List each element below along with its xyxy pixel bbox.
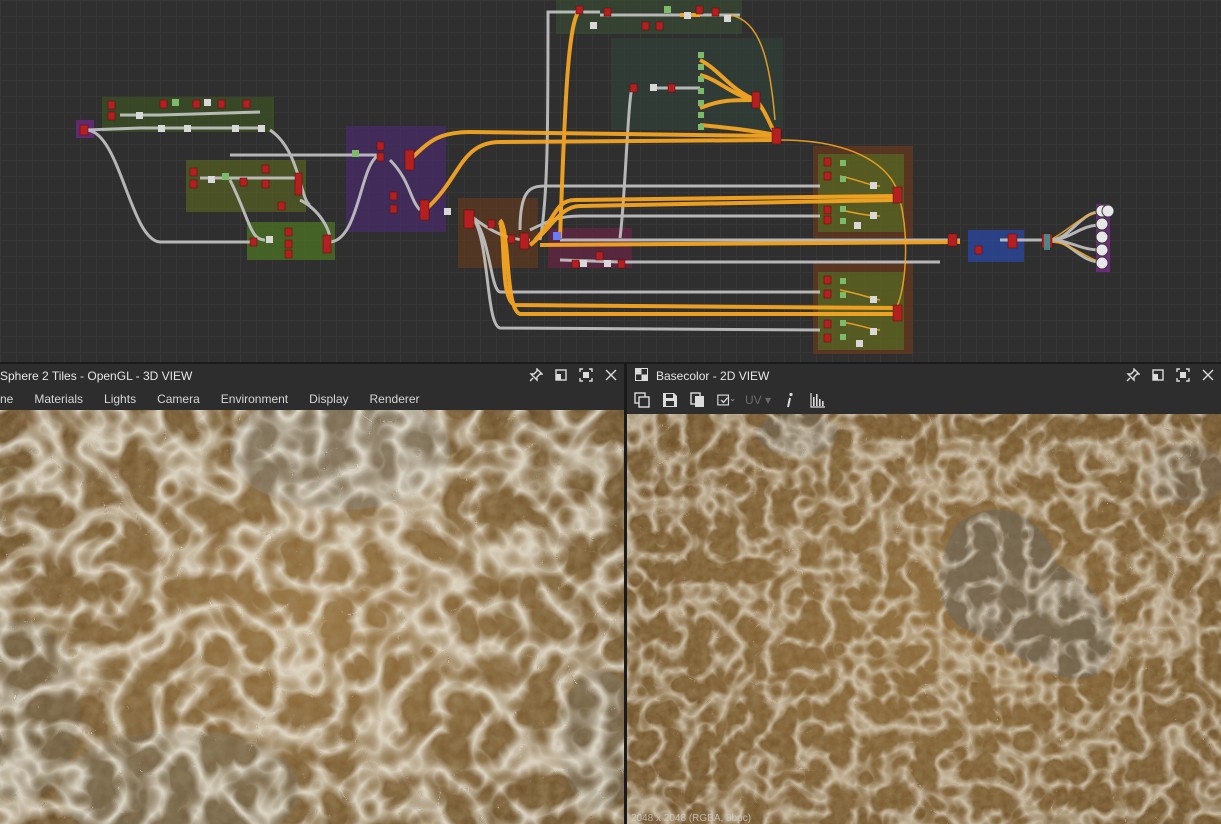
maximize-icon[interactable] [1175, 368, 1190, 383]
uv-dropdown[interactable]: UV ▾ [745, 391, 771, 409]
2d-view-title: Basecolor - 2D VIEW [656, 369, 770, 383]
save-icon[interactable] [661, 391, 679, 409]
menu-materials[interactable]: Materials [34, 392, 83, 406]
3d-view-title: Sphere 2 Tiles - OpenGL - 3D VIEW [0, 369, 193, 383]
graph-icon[interactable] [633, 391, 651, 409]
node-graph-canvas[interactable] [0, 0, 1221, 362]
menu-camera[interactable]: Camera [157, 392, 200, 406]
close-icon[interactable] [1200, 368, 1215, 383]
info-icon[interactable] [781, 391, 799, 409]
checker-icon [635, 368, 648, 384]
3d-view-menubar: ne Materials Lights Camera Environment D… [0, 388, 624, 410]
restore-icon[interactable] [553, 368, 568, 383]
restore-icon[interactable] [1150, 368, 1165, 383]
image-info-status: 2048 x 2048 (RGBA, 8bpc) [631, 813, 752, 824]
close-icon[interactable] [603, 368, 618, 383]
menu-scene[interactable]: ne [0, 392, 13, 406]
menu-lights[interactable]: Lights [104, 392, 136, 406]
copy-icon[interactable] [689, 391, 707, 409]
maximize-icon[interactable] [578, 368, 593, 383]
2d-viewport[interactable]: 2048 x 2048 (RGBA, 8bpc) [627, 414, 1221, 824]
3d-view-titlebar: Sphere 2 Tiles - OpenGL - 3D VIEW [0, 364, 624, 388]
menu-environment[interactable]: Environment [221, 392, 288, 406]
menu-renderer[interactable]: Renderer [370, 392, 420, 406]
pin-icon[interactable] [528, 367, 544, 383]
pin-icon[interactable] [1125, 367, 1141, 383]
export-icon[interactable] [717, 391, 735, 409]
uv-label: UV [745, 393, 762, 407]
3d-view-panel: Sphere 2 Tiles - OpenGL - 3D VIEW ne Mat… [0, 364, 624, 824]
2d-view-titlebar: Basecolor - 2D VIEW [627, 364, 1221, 388]
2d-view-panel: Basecolor - 2D VIEW UV ▾ 2048 x 2048 (RG… [627, 364, 1221, 824]
menu-display[interactable]: Display [309, 392, 348, 406]
histogram-icon[interactable] [809, 391, 827, 409]
3d-viewport[interactable] [0, 410, 624, 824]
2d-view-toolbar: UV ▾ [627, 388, 1221, 412]
